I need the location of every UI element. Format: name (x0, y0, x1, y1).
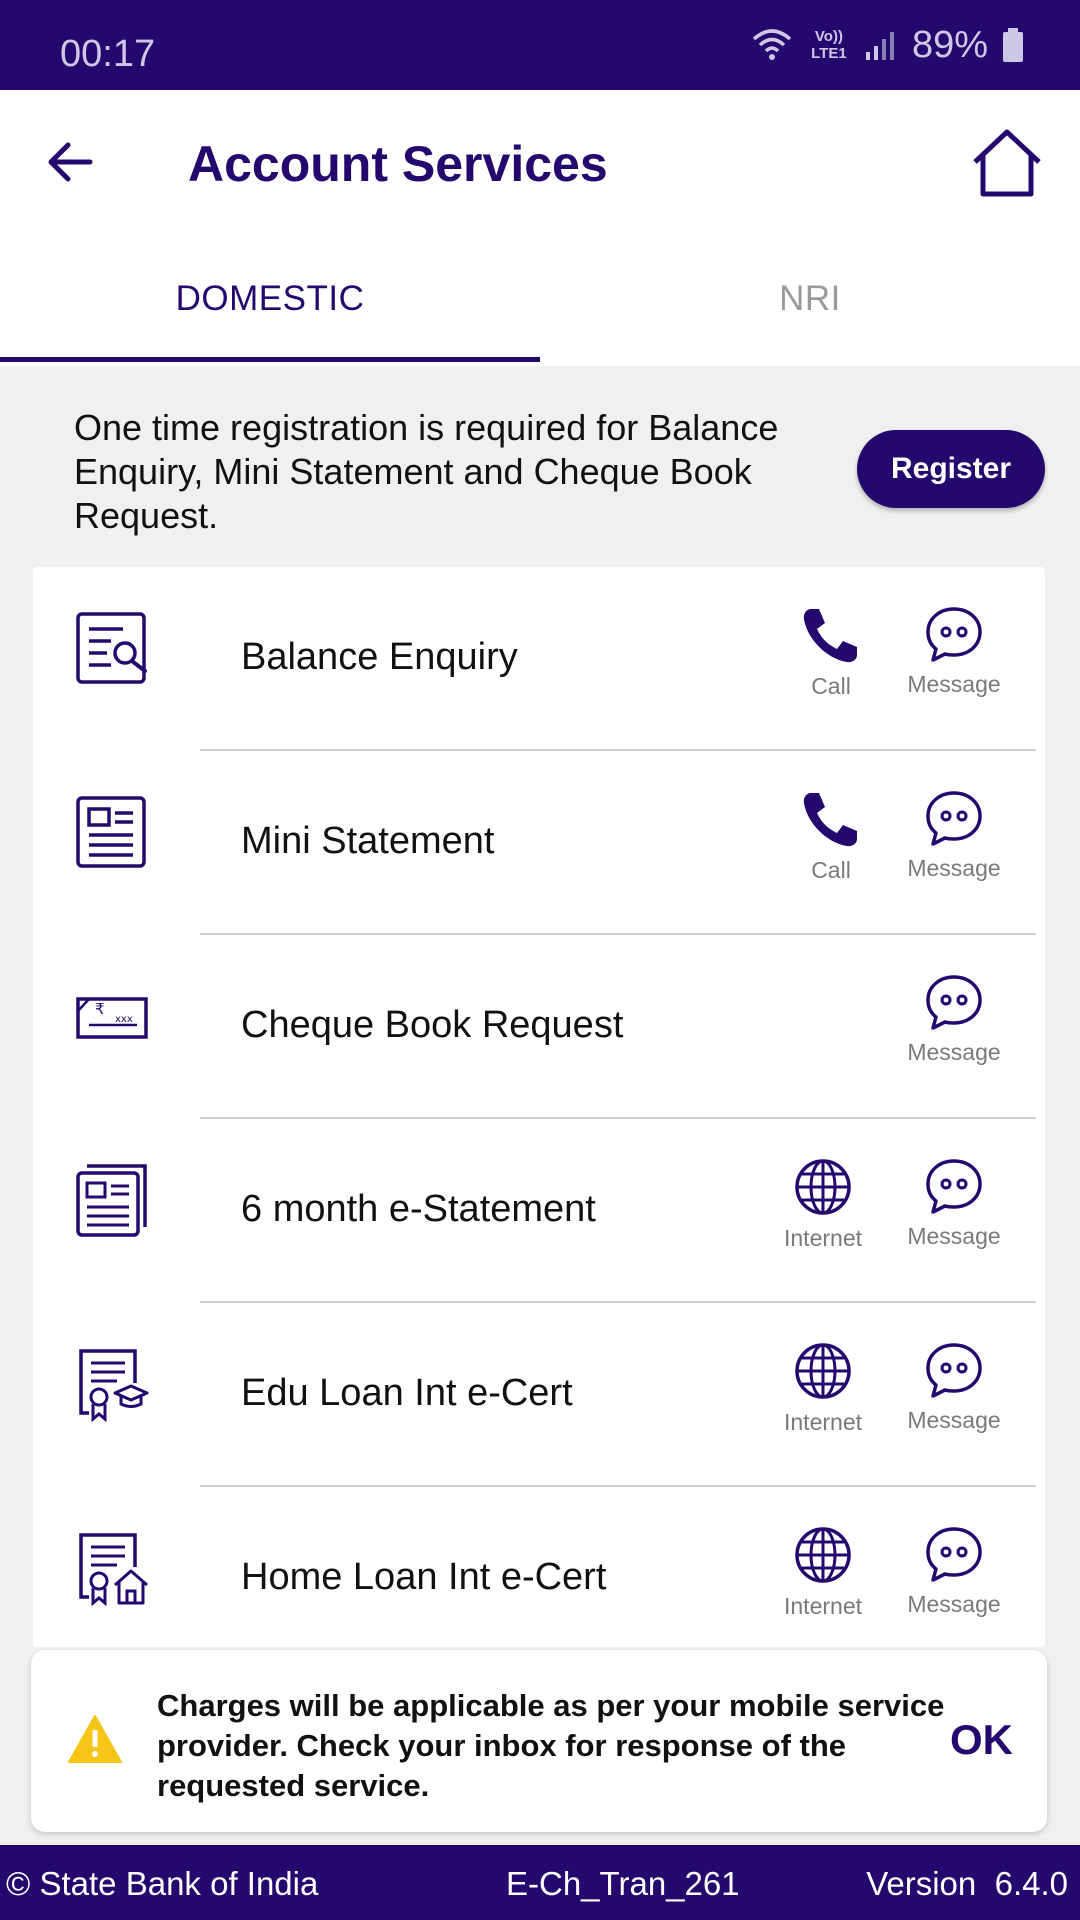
ok-button[interactable]: OK (950, 1716, 1013, 1764)
globe-icon (795, 1343, 851, 1399)
phone-icon (803, 609, 857, 663)
footer: © State Bank of India E-Ch_Tran_261 Vers… (0, 1845, 1080, 1920)
globe-icon (795, 1527, 851, 1583)
service-label: Mini Statement (241, 820, 495, 862)
message-button[interactable]: Message (899, 1341, 1009, 1441)
home-loan-cert-icon (79, 1533, 148, 1607)
battery-percent: 89% (911, 23, 988, 66)
service-label: Edu Loan Int e-Cert (241, 1372, 573, 1414)
copyright-text: © State Bank of India (6, 1865, 319, 1902)
internet-button[interactable]: Internet (768, 1341, 878, 1441)
register-button[interactable]: Register (857, 430, 1045, 508)
mini-statement-icon (76, 796, 146, 868)
message-label: Message (907, 671, 1001, 697)
service-label: Balance Enquiry (241, 636, 518, 678)
snackbar-message: Charges will be applicable as per your m… (157, 1688, 945, 1803)
tab-bar: DOMESTIC NRI (0, 240, 1080, 366)
message-icon (926, 791, 982, 846)
call-label: Call (811, 857, 851, 883)
internet-button[interactable]: Internet (768, 1525, 878, 1625)
tab-domestic[interactable]: DOMESTIC (0, 240, 540, 366)
message-label: Message (907, 1039, 1001, 1065)
wifi-icon (752, 29, 792, 60)
tab-nri[interactable]: NRI (540, 240, 1080, 366)
service-row-balance-enquiry[interactable]: Balance Enquiry Call Message (33, 567, 1045, 751)
svg-text:₹: ₹ (95, 1000, 105, 1018)
home-button[interactable] (970, 126, 1044, 200)
version-text: Version 6.4.0 (866, 1865, 1068, 1902)
service-row-e-statement[interactable]: 6 month e-Statement Internet Message (33, 1119, 1045, 1303)
service-row-mini-statement[interactable]: Mini Statement Call Message (33, 751, 1045, 935)
message-label: Message (907, 1591, 1001, 1617)
arrow-left-icon (48, 142, 93, 182)
battery-icon (1003, 28, 1023, 62)
call-label: Call (811, 673, 851, 699)
message-button[interactable]: Message (899, 973, 1009, 1073)
service-row-home-loan-cert[interactable]: Home Loan Int e-Cert Internet Message (33, 1487, 1045, 1647)
balance-enquiry-icon (76, 612, 147, 684)
phone-icon (803, 793, 857, 847)
status-indicators: Vo)) LTE1 89% (750, 0, 1024, 90)
globe-icon (795, 1159, 851, 1215)
page-title: Account Services (188, 136, 608, 192)
home-icon (973, 129, 1041, 197)
status-time: 00:17 (60, 33, 156, 75)
cheque-book-icon: ₹ xxx (76, 997, 148, 1039)
message-button[interactable]: Message (899, 1525, 1009, 1625)
status-bar: 00:17 Vo)) LTE1 89% (0, 0, 1080, 90)
message-icon (926, 975, 982, 1030)
service-label: 6 month e-Statement (241, 1188, 596, 1230)
internet-label: Internet (784, 1409, 862, 1435)
back-button[interactable] (38, 130, 102, 194)
message-label: Message (907, 1223, 1001, 1249)
message-label: Message (907, 855, 1001, 881)
message-icon (926, 1343, 982, 1398)
message-icon (926, 1527, 982, 1582)
internet-label: Internet (784, 1225, 862, 1251)
warning-icon (68, 1715, 122, 1763)
internet-button[interactable]: Internet (768, 1157, 878, 1257)
service-row-cheque-book-request[interactable]: ₹ xxx Cheque Book Request Message (33, 935, 1045, 1119)
message-button[interactable]: Message (899, 605, 1009, 705)
service-label: Cheque Book Request (241, 1004, 624, 1046)
services-card: Balance Enquiry Call Message Mini Statem… (33, 567, 1045, 1647)
message-icon (926, 607, 982, 662)
service-row-edu-loan-cert[interactable]: Edu Loan Int e-Cert Internet Message (33, 1303, 1045, 1487)
signal-icon (865, 32, 894, 60)
service-label: Home Loan Int e-Cert (241, 1556, 607, 1598)
message-button[interactable]: Message (899, 789, 1009, 889)
e-statement-icon (76, 1164, 147, 1237)
call-button[interactable]: Call (776, 789, 886, 889)
charges-snackbar: Charges will be applicable as per your m… (31, 1650, 1047, 1832)
internet-label: Internet (784, 1593, 862, 1619)
call-button[interactable]: Call (776, 605, 886, 705)
transaction-code: E-Ch_Tran_261 (506, 1865, 740, 1902)
message-label: Message (907, 1407, 1001, 1433)
network-label: Vo)) LTE1 (811, 28, 847, 62)
message-icon (926, 1159, 982, 1214)
svg-text:xxx: xxx (115, 1014, 133, 1025)
message-button[interactable]: Message (899, 1157, 1009, 1257)
app-bar: Account Services (0, 90, 1080, 240)
registration-notice: One time registration is required for Ba… (74, 407, 779, 536)
edu-loan-cert-icon (79, 1349, 149, 1423)
